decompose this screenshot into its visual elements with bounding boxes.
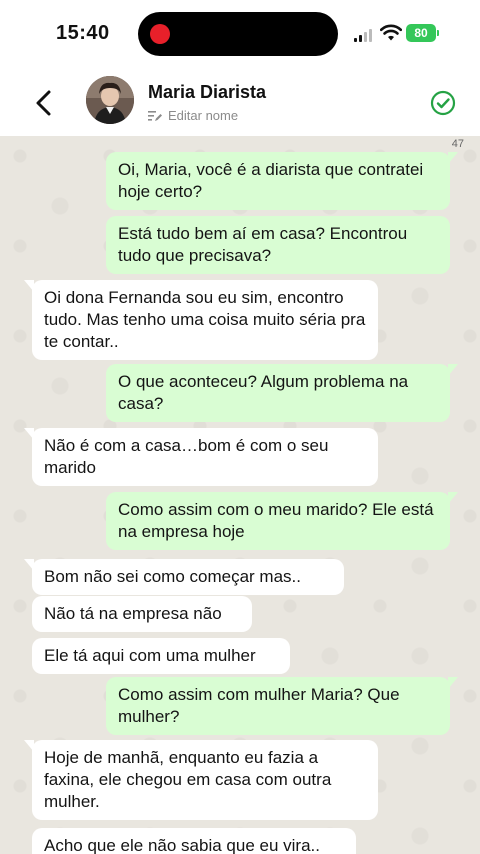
message-text: Como assim com mulher Maria? Que mulher? [118, 685, 400, 726]
dynamic-island [138, 12, 338, 56]
avatar[interactable] [86, 76, 134, 124]
status-bar: 15:40 80 [0, 0, 480, 68]
check-circle-icon[interactable] [430, 90, 456, 116]
signal-icon [354, 28, 376, 42]
message-count: 47 [451, 138, 464, 150]
message-text: Ele tá aqui com uma mulher [44, 646, 256, 665]
message-bubble-incoming[interactable]: Bom não sei como começar mas.. [24, 559, 344, 595]
message-bubble-outgoing[interactable]: O que aconteceu? Algum problema na casa? [106, 364, 458, 422]
message-text: Não tá na empresa não [44, 604, 222, 623]
recording-indicator-icon [150, 24, 170, 44]
message-bubble-outgoing[interactable]: Como assim com o meu marido? Ele está na… [106, 492, 458, 550]
wifi-icon [380, 24, 402, 41]
chat-area[interactable]: 47 Oi, Maria, você é a diarista que cont… [0, 136, 480, 854]
back-icon[interactable] [30, 88, 58, 118]
edit-name-link[interactable]: Editar nome [148, 108, 238, 123]
message-text: Oi, Maria, você é a diarista que contrat… [118, 160, 424, 201]
battery-icon: 80 [406, 24, 439, 42]
chat-header: Maria Diarista Editar nome [0, 68, 480, 136]
message-bubble-outgoing[interactable]: Está tudo bem aí em casa? Encontrou tudo… [106, 216, 450, 274]
message-bubble-incoming[interactable]: Não é com a casa…bom é com o seu marido [24, 428, 378, 486]
message-bubble-incoming[interactable]: Oi dona Fernanda sou eu sim, encontro tu… [24, 280, 378, 360]
message-bubble-outgoing[interactable]: Oi, Maria, você é a diarista que contrat… [106, 152, 458, 210]
contact-name[interactable]: Maria Diarista [148, 82, 266, 103]
message-text: Está tudo bem aí em casa? Encontrou tudo… [118, 224, 408, 265]
edit-name-label: Editar nome [168, 108, 239, 123]
message-text: Bom não sei como começar mas.. [44, 567, 301, 586]
message-bubble-outgoing[interactable]: Como assim com mulher Maria? Que mulher? [106, 677, 458, 735]
message-text: Oi dona Fernanda sou eu sim, encontro tu… [44, 288, 366, 351]
message-bubble-incoming[interactable]: Acho que ele não sabia que eu vira.. [32, 828, 356, 854]
pencil-lines-icon [148, 110, 162, 122]
status-time: 15:40 [56, 22, 110, 44]
battery-level: 80 [414, 26, 428, 40]
message-text: Acho que ele não sabia que eu vira.. [44, 836, 320, 854]
message-bubble-incoming[interactable]: Ele tá aqui com uma mulher [32, 638, 290, 674]
message-text: Não é com a casa…bom é com o seu marido [44, 436, 329, 477]
message-text: O que aconteceu? Algum problema na casa? [118, 372, 409, 413]
message-text: Como assim com o meu marido? Ele está na… [118, 500, 434, 541]
message-text: Hoje de manhã, enquanto eu fazia a faxin… [44, 748, 332, 811]
message-bubble-incoming[interactable]: Não tá na empresa não [32, 596, 252, 632]
message-bubble-incoming[interactable]: Hoje de manhã, enquanto eu fazia a faxin… [24, 740, 378, 820]
